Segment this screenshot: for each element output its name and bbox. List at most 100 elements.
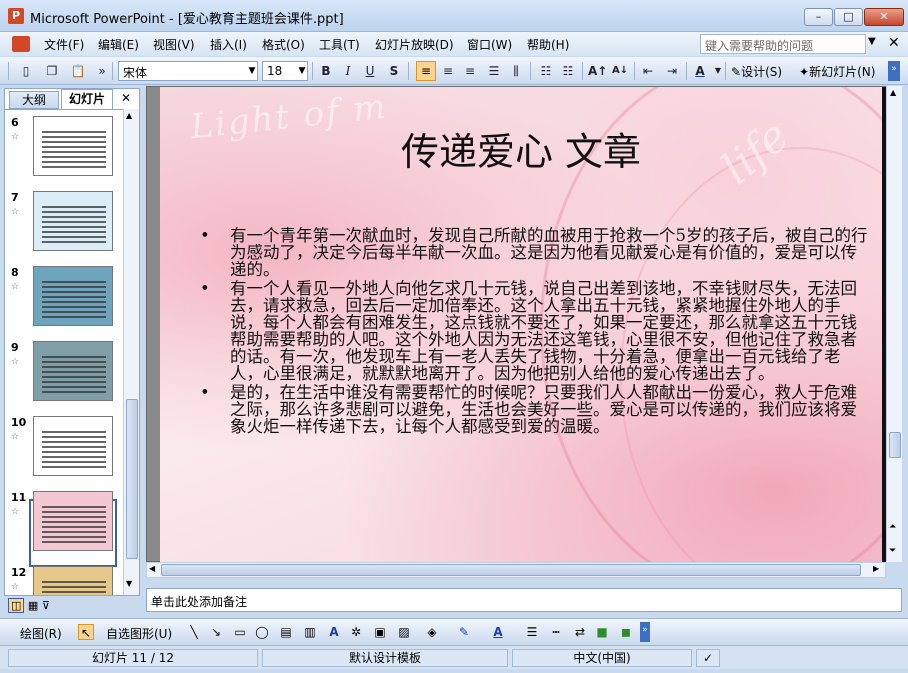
insert-picture-icon[interactable]: ▨ — [396, 624, 412, 640]
shadow-button[interactable]: S — [386, 63, 402, 79]
help-dropdown-icon[interactable]: ▼ — [868, 36, 876, 47]
document-icon[interactable] — [12, 36, 30, 52]
toolbar-separator — [408, 62, 409, 80]
slide-thumbnail[interactable] — [33, 116, 113, 176]
vertical-text-icon[interactable]: ⫼ — [508, 63, 524, 79]
arrow-style-icon[interactable]: ⇄ — [572, 624, 588, 640]
paste-icon[interactable]: 📋 — [70, 63, 86, 79]
slide-thumbnail[interactable] — [33, 191, 113, 251]
font-dropdown-icon[interactable]: ▼ — [246, 61, 258, 81]
toolbar-overflow-icon[interactable]: » — [888, 61, 900, 81]
scrollbar-thumb[interactable] — [161, 564, 861, 576]
scrollbar-thumb[interactable] — [126, 399, 138, 559]
new-document-icon[interactable]: ▯ — [18, 63, 34, 79]
slide-thumbnail[interactable] — [33, 416, 113, 476]
scrollbar-thumb[interactable] — [889, 432, 901, 458]
vertical-textbox-icon[interactable]: ▥ — [302, 624, 318, 640]
autoshapes-menu-button[interactable]: 自选图形(U) — [106, 625, 172, 642]
slide-thumbnail[interactable] — [33, 491, 113, 551]
menu-format[interactable]: 格式(O) — [262, 36, 305, 53]
scroll-up-icon[interactable]: ▲ — [126, 111, 132, 120]
slide-sorter-icon[interactable]: ▦ — [28, 599, 38, 612]
slide-thumbnail[interactable] — [33, 566, 113, 595]
clipart-icon[interactable]: ▣ — [372, 624, 388, 640]
arrow-tool-icon[interactable]: ↘ — [208, 624, 224, 640]
design-button[interactable]: ✎设计(S) — [731, 63, 782, 80]
select-pointer-icon[interactable]: ↖ — [78, 624, 94, 640]
vertical-scrollbar[interactable]: ▲ ⏶ ⏷ — [886, 86, 902, 562]
rectangle-tool-icon[interactable]: ▭ — [232, 624, 248, 640]
close-document-icon[interactable]: ✕ — [888, 35, 900, 51]
menu-view[interactable]: 视图(V) — [153, 36, 195, 53]
drawing-font-color-icon[interactable]: A — [490, 624, 506, 640]
spelling-check-icon[interactable]: ✓ — [696, 649, 720, 667]
align-left-button[interactable]: ≡ — [416, 61, 436, 81]
menu-help[interactable]: 帮助(H) — [527, 36, 569, 53]
line-color-icon[interactable]: ✎ — [456, 624, 472, 640]
menu-file[interactable]: 文件(F) — [44, 36, 84, 53]
toolbar-overflow-icon[interactable]: » — [640, 622, 650, 642]
menu-slideshow[interactable]: 幻灯片放映(D) — [375, 36, 454, 53]
scroll-right-icon[interactable]: ▶ — [873, 564, 879, 573]
help-search-input[interactable]: 键入需要帮助的问题 — [700, 34, 866, 54]
align-center-button[interactable]: ≡ — [440, 63, 456, 79]
textbox-tool-icon[interactable]: ▤ — [278, 624, 294, 640]
diagram-icon[interactable]: ✲ — [348, 624, 364, 640]
panel-scrollbar[interactable]: ▲ ▼ — [123, 109, 139, 595]
menu-tools[interactable]: 工具(T) — [319, 36, 360, 53]
3d-style-icon[interactable]: ◼ — [618, 624, 634, 640]
font-color-icon[interactable]: A — [692, 63, 708, 79]
bold-button[interactable]: B — [318, 63, 334, 79]
line-style-icon[interactable]: ☰ — [524, 624, 540, 640]
slideshow-view-icon[interactable]: ⊽ — [42, 599, 50, 612]
underline-button[interactable]: U — [362, 63, 378, 79]
oval-tool-icon[interactable]: ◯ — [254, 624, 270, 640]
menu-window[interactable]: 窗口(W) — [467, 36, 512, 53]
toolbar-options-icon[interactable]: » — [94, 63, 110, 79]
normal-view-icon[interactable]: ◫ — [8, 598, 25, 613]
notes-input[interactable]: 单击此处添加备注 — [146, 588, 902, 612]
tab-outline[interactable]: 大纲 — [9, 91, 59, 109]
decrease-indent-icon[interactable]: ⇤ — [640, 63, 656, 79]
scroll-left-icon[interactable]: ◀ — [149, 564, 155, 573]
size-dropdown-icon[interactable]: ▼ — [296, 61, 308, 81]
slide-canvas[interactable]: Light of m life 传递爱心 文章 • 有一个青年第一次献血时，发现… — [160, 87, 882, 562]
close-window-button[interactable]: ✕ — [864, 8, 904, 26]
horizontal-scrollbar[interactable]: ◀ ▶ — [146, 562, 886, 578]
shadow-style-icon[interactable]: ■ — [594, 624, 610, 640]
numbering-icon[interactable]: ☷ — [538, 63, 554, 79]
animation-star-icon: ☆ — [11, 582, 20, 592]
scroll-up-icon[interactable]: ▲ — [890, 88, 896, 97]
previous-slide-icon[interactable]: ⏶ — [889, 522, 896, 532]
slide-thumbnail[interactable] — [33, 266, 113, 326]
menu-edit[interactable]: 编辑(E) — [98, 36, 139, 53]
decrease-font-icon[interactable]: A↓ — [612, 63, 628, 79]
slide-thumbnail[interactable] — [33, 341, 113, 401]
wordart-icon[interactable]: A — [326, 624, 342, 640]
fill-color-icon[interactable]: ◈ — [424, 624, 440, 640]
slide-body-text[interactable]: • 有一个青年第一次献血时，发现自己所献的血被用于抢救一个5岁的孩子后，被自己的… — [200, 227, 872, 437]
italic-button[interactable]: I — [340, 63, 356, 79]
slide-title[interactable]: 传递爱心 文章 — [160, 121, 882, 176]
powerpoint-app-icon[interactable]: P — [8, 8, 24, 24]
font-color-dropdown-icon[interactable]: ▼ — [710, 63, 726, 79]
align-right-button[interactable]: ≡ — [462, 63, 478, 79]
dash-style-icon[interactable]: ┅ — [548, 624, 564, 640]
close-panel-icon[interactable]: ✕ — [121, 91, 131, 105]
bullets-icon[interactable]: ☷ — [560, 63, 576, 79]
tab-slides[interactable]: 幻灯片 — [61, 89, 113, 109]
copy-icon[interactable]: ❐ — [44, 63, 60, 79]
maximize-button[interactable]: □ — [834, 8, 863, 26]
increase-font-icon[interactable]: A↑ — [588, 63, 607, 79]
menu-insert[interactable]: 插入(I) — [210, 36, 247, 53]
next-slide-icon[interactable]: ⏷ — [889, 546, 896, 556]
draw-menu-button[interactable]: 绘图(R) — [20, 625, 62, 642]
line-tool-icon[interactable]: ╲ — [186, 624, 202, 640]
minimize-button[interactable]: – — [804, 8, 833, 26]
font-family-select[interactable]: 宋体 — [118, 61, 258, 81]
scroll-down-icon[interactable]: ▼ — [126, 579, 132, 588]
distribute-icon[interactable]: ☰ — [486, 63, 502, 79]
new-slide-button[interactable]: ✦新幻灯片(N) — [799, 63, 875, 80]
design-template-status[interactable]: 默认设计模板 — [262, 649, 508, 667]
increase-indent-icon[interactable]: ⇥ — [664, 63, 680, 79]
